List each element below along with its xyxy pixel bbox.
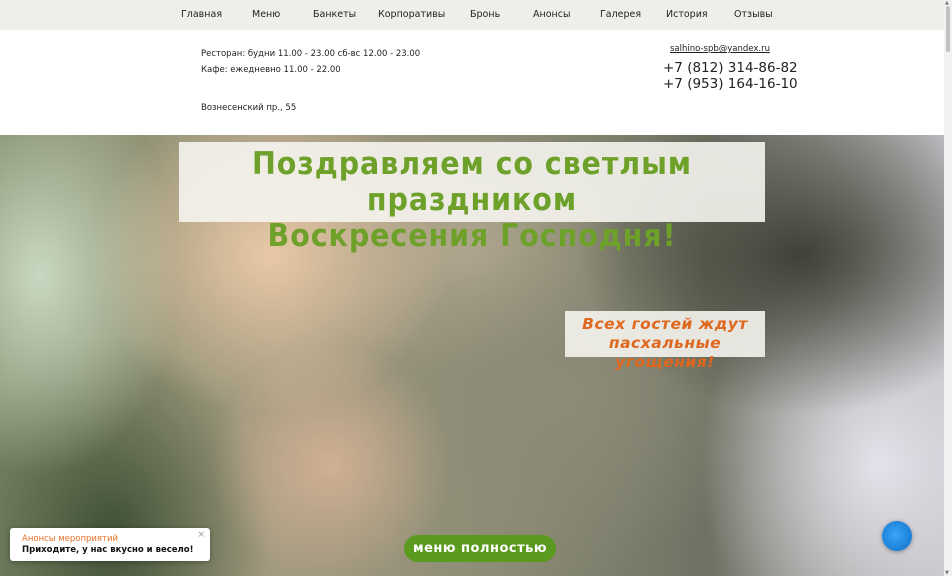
announcement-popup[interactable]: Анонсы мероприятий Приходите, у нас вкус…	[10, 528, 210, 561]
phone-2[interactable]: +7 (953) 164-16-10	[663, 76, 798, 92]
full-menu-button[interactable]: меню полностью	[404, 535, 556, 562]
nav-item-corporate[interactable]: Корпоративы	[378, 9, 445, 20]
top-navigation: Главная Меню Банкеты Корпоративы Бронь А…	[0, 0, 944, 30]
hero-banner: Поздравляем со светлым праздником Воскре…	[0, 135, 944, 576]
offer-line-2: пасхальные угощения!	[608, 334, 722, 371]
cafe-hours: Кафе: ежедневно 11.00 - 22.00	[201, 65, 341, 75]
email-link[interactable]: salhino-spb@yandex.ru	[670, 44, 770, 54]
nav-item-announcements[interactable]: Анонсы	[533, 9, 570, 20]
nav-item-menu[interactable]: Меню	[252, 9, 280, 20]
greeting-line-2: Воскресения Господня!	[267, 218, 677, 254]
nav-item-home[interactable]: Главная	[181, 9, 222, 20]
greeting-banner: Поздравляем со светлым праздником Воскре…	[179, 142, 765, 254]
announcement-text[interactable]: Приходите, у нас вкусно и весело!	[22, 545, 194, 555]
nav-item-booking[interactable]: Бронь	[470, 9, 500, 20]
close-icon[interactable]: ×	[197, 530, 205, 540]
page-header: Ресторан: будни 11.00 - 23.00 сб-вс 12.0…	[0, 30, 944, 135]
nav-item-reviews[interactable]: Отзывы	[734, 9, 773, 20]
restaurant-hours: Ресторан: будни 11.00 - 23.00 сб-вс 12.0…	[201, 49, 421, 59]
nav-item-banquets[interactable]: Банкеты	[313, 9, 356, 20]
offer-line-1: Всех гостей ждут	[582, 315, 748, 333]
greeting-line-1: Поздравляем со светлым праздником	[251, 146, 693, 218]
nav-item-history[interactable]: История	[666, 9, 708, 20]
chat-button[interactable]	[882, 521, 912, 551]
offer-banner: Всех гостей ждут пасхальные угощения!	[565, 311, 765, 371]
phone-1[interactable]: +7 (812) 314-86-82	[663, 60, 798, 76]
nav-item-gallery[interactable]: Галерея	[600, 9, 641, 20]
announcement-title[interactable]: Анонсы мероприятий	[22, 534, 118, 544]
address: Вознесенский пр., 55	[201, 103, 297, 113]
scroll-down-icon[interactable]: ▼	[945, 570, 949, 576]
page-scrollbar[interactable]: ▲ ▼	[944, 0, 952, 576]
scrollbar-thumb[interactable]	[946, 6, 950, 52]
